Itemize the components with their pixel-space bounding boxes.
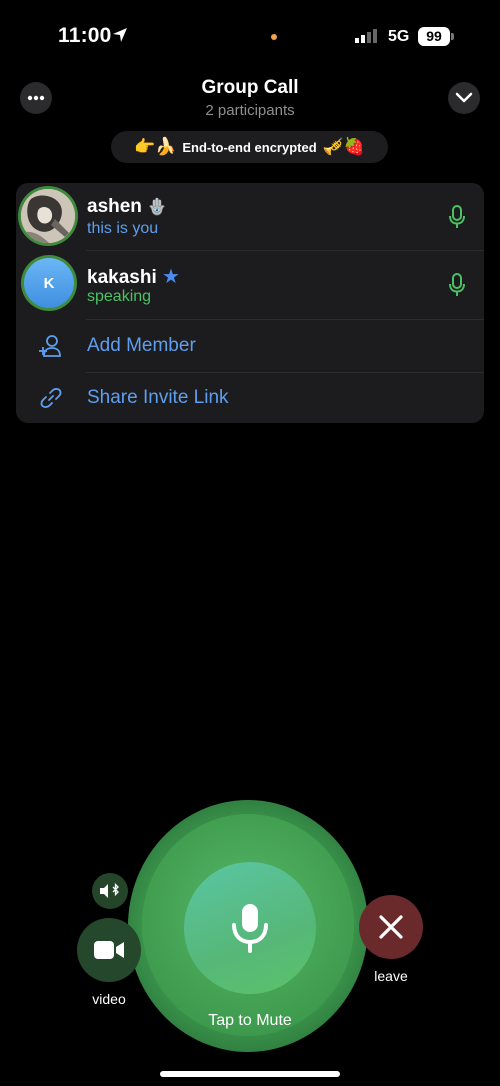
close-icon bbox=[379, 915, 403, 939]
add-member-button[interactable]: Add Member bbox=[16, 320, 484, 372]
encryption-emoji-right: 🎺🍓 bbox=[322, 137, 366, 156]
participant-row-ashen[interactable]: ashen 🪬 this is you bbox=[16, 183, 484, 250]
status-time: 11:00 bbox=[58, 24, 112, 47]
audio-output-button[interactable] bbox=[92, 873, 128, 909]
encryption-emoji-left: 👉🍌 bbox=[133, 137, 177, 156]
participant-row-kakashi[interactable]: K kakashi ★ speaking bbox=[16, 251, 484, 319]
speaker-bluetooth-icon bbox=[100, 883, 119, 898]
avatar bbox=[18, 186, 78, 246]
participants-card: ashen 🪬 this is you K kakashi ★ speaking bbox=[16, 183, 484, 423]
add-user-icon bbox=[38, 334, 64, 363]
signal-icon bbox=[355, 28, 379, 49]
premium-star-icon: ★ bbox=[162, 266, 180, 288]
leave-label: leave bbox=[374, 968, 408, 984]
participant-status: this is you bbox=[87, 220, 159, 237]
video-label: video bbox=[92, 991, 126, 1007]
collapse-button[interactable] bbox=[448, 82, 480, 114]
avatar: K bbox=[21, 255, 77, 311]
link-icon bbox=[39, 386, 63, 415]
mic-icon[interactable] bbox=[448, 273, 466, 302]
avatar-initial: K bbox=[24, 258, 74, 308]
network-type: 5G bbox=[388, 28, 410, 45]
participant-name: kakashi bbox=[87, 267, 157, 288]
participant-count: 2 participants bbox=[205, 102, 295, 119]
mute-status-label: Tap to Mute bbox=[208, 1012, 292, 1029]
chevron-down-icon bbox=[455, 92, 473, 103]
add-member-label: Add Member bbox=[87, 335, 196, 356]
encryption-label: End-to-end encrypted bbox=[182, 139, 317, 155]
battery-cap bbox=[451, 33, 454, 40]
location-arrow-icon bbox=[112, 27, 128, 48]
share-invite-link-button[interactable]: Share Invite Link bbox=[16, 373, 484, 423]
mute-button[interactable] bbox=[184, 862, 316, 994]
mic-icon bbox=[232, 904, 268, 953]
participant-status: speaking bbox=[87, 288, 152, 305]
share-invite-link-label: Share Invite Link bbox=[87, 387, 229, 408]
encryption-badge[interactable]: 👉🍌 End-to-end encrypted 🎺🍓 bbox=[111, 131, 388, 163]
call-title: Group Call bbox=[201, 77, 299, 98]
participant-name: ashen bbox=[87, 196, 142, 217]
video-camera-icon bbox=[94, 941, 124, 959]
home-indicator[interactable] bbox=[160, 1071, 340, 1077]
leave-button[interactable] bbox=[359, 895, 423, 959]
mic-icon[interactable] bbox=[448, 205, 466, 234]
battery-level: 99 bbox=[418, 27, 450, 46]
video-button[interactable] bbox=[77, 918, 141, 982]
name-badge-icon: 🪬 bbox=[147, 199, 168, 216]
privacy-indicator bbox=[271, 34, 277, 40]
avatar-photo bbox=[21, 189, 75, 243]
